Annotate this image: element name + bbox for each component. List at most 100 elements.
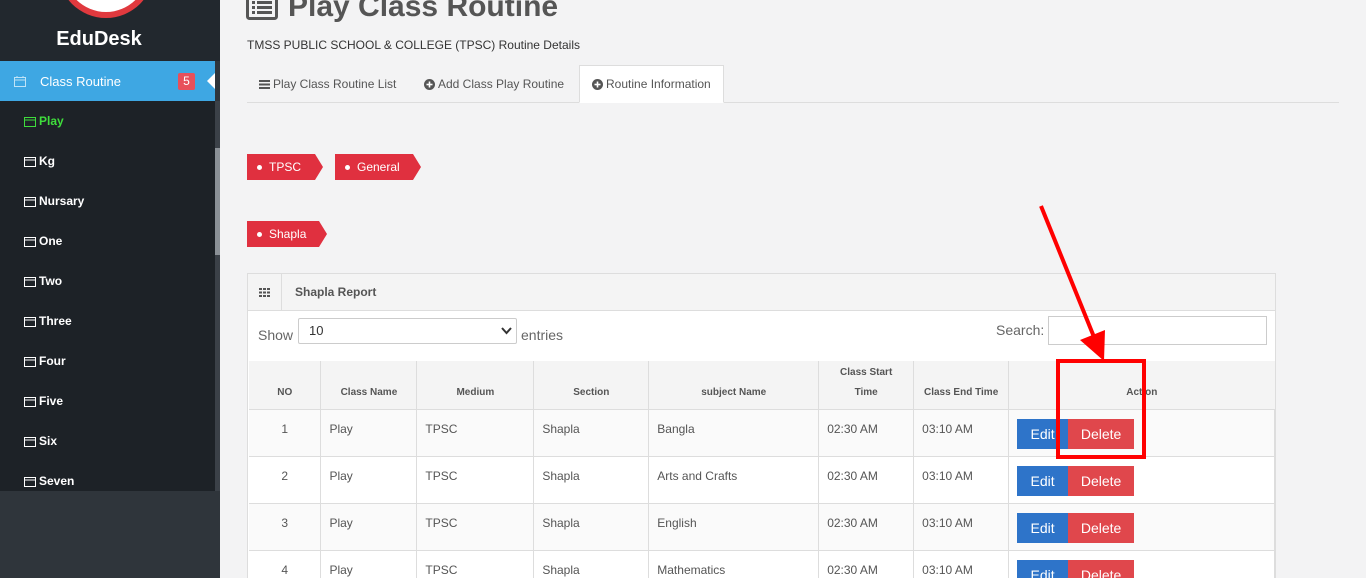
- cell-start-time: 02:30 AM: [818, 455, 915, 503]
- calendar-icon: [24, 276, 36, 287]
- cell-no: 3: [249, 502, 322, 550]
- sidebar-subitem-six[interactable]: Six: [24, 431, 57, 451]
- active-indicator: [207, 73, 215, 89]
- cell-start-time: 02:30 AM: [818, 549, 915, 578]
- sidebar-item-class-routine[interactable]: Class Routine 5: [0, 61, 215, 101]
- show-label: Show: [258, 327, 294, 343]
- tag-label: TPSC: [269, 160, 302, 174]
- tag-label: Shapla: [269, 227, 307, 241]
- tab-label: Routine Information: [606, 77, 711, 91]
- dot-icon: [257, 164, 262, 170]
- cell-start-time: 02:30 AM: [818, 502, 915, 550]
- header-line: Class Start: [840, 366, 893, 378]
- annotation-highlight-box: [1056, 359, 1146, 459]
- calendar-icon: [24, 436, 36, 447]
- cell-section: Shapla: [533, 502, 650, 550]
- list-icon: [259, 79, 270, 89]
- cell-action: Edit Delete: [1008, 455, 1275, 503]
- cell-medium: TPSC: [416, 455, 535, 503]
- calendar-icon: [24, 236, 36, 247]
- subitem-label: Kg: [39, 154, 55, 168]
- sidebar-subitem-five[interactable]: Five: [24, 391, 63, 411]
- cell-no: 2: [249, 455, 322, 503]
- col-header-class-name[interactable]: Class Name: [320, 361, 418, 409]
- edit-button[interactable]: Edit: [1017, 512, 1069, 543]
- sidebar-subitem-one[interactable]: One: [24, 231, 62, 251]
- cell-section: Shapla: [533, 408, 650, 456]
- delete-button[interactable]: Delete: [1068, 512, 1135, 543]
- chevron-down-icon: [501, 319, 512, 352]
- calendar-icon: [24, 396, 36, 407]
- col-header-end-time[interactable]: Class End Time: [913, 361, 1010, 409]
- cell-class-name: Play: [320, 502, 418, 550]
- cell-no: 1: [249, 408, 322, 456]
- tab-add-routine[interactable]: Add Class Play Routine: [424, 65, 564, 103]
- tag-label: General: [357, 160, 400, 174]
- cell-start-time: 02:30 AM: [818, 408, 915, 456]
- subitem-label: Play: [39, 114, 64, 128]
- cell-subject: Arts and Crafts: [648, 455, 820, 503]
- sidebar-subitem-kg[interactable]: Kg: [24, 151, 55, 171]
- sidebar-header: EduDesk: [0, 0, 220, 61]
- entries-label: entries: [521, 327, 564, 343]
- cell-action: Edit Delete: [1008, 549, 1275, 578]
- entries-value: 10: [309, 323, 324, 338]
- sidebar-scroll-thumb[interactable]: [215, 148, 220, 255]
- sidebar-subitem-nursary[interactable]: Nursary: [24, 191, 84, 211]
- calendar-icon: [24, 116, 36, 127]
- calendar-icon: [24, 316, 36, 327]
- col-header-subject[interactable]: subject Name: [648, 361, 820, 409]
- tab-routine-information[interactable]: Routine Information: [579, 65, 724, 103]
- subitem-label: Two: [39, 274, 63, 288]
- search-label: Search:: [996, 322, 1045, 338]
- calendar-icon: [24, 196, 36, 207]
- tab-label: Play Class Routine List: [273, 77, 397, 91]
- cell-subject: Mathematics: [648, 549, 820, 578]
- cell-end-time: 03:10 AM: [913, 502, 1010, 550]
- table-row: 2 Play TPSC Shapla Arts and Crafts 02:30…: [249, 455, 1275, 503]
- delete-button[interactable]: Delete: [1068, 465, 1135, 496]
- delete-button[interactable]: Delete: [1068, 559, 1135, 578]
- edit-button[interactable]: Edit: [1017, 465, 1069, 496]
- table-row: 3 Play TPSC Shapla English 02:30 AM 03:1…: [249, 502, 1275, 550]
- cell-end-time: 03:10 AM: [913, 455, 1010, 503]
- sidebar-subitem-play[interactable]: Play: [24, 111, 64, 131]
- logo: [58, 0, 154, 18]
- sidebar-subitem-four[interactable]: Four: [24, 351, 66, 371]
- sidebar-subitem-seven[interactable]: Seven: [24, 471, 74, 491]
- subitem-label: Six: [39, 434, 58, 448]
- tag-section: Shapla: [247, 221, 327, 247]
- tab-label: Add Class Play Routine: [438, 77, 565, 91]
- panel-header: Shapla Report: [248, 274, 1275, 311]
- col-header-start-time[interactable]: Class Start Time: [818, 361, 915, 409]
- entries-select[interactable]: 10: [298, 318, 517, 344]
- cell-subject: English: [648, 502, 820, 550]
- sidebar-subitem-two[interactable]: Two: [24, 271, 62, 291]
- subitem-label: One: [39, 234, 63, 248]
- cell-class-name: Play: [320, 408, 418, 456]
- search-input[interactable]: [1048, 316, 1267, 345]
- tab-routine-list[interactable]: Play Class Routine List: [259, 65, 396, 103]
- col-header-medium[interactable]: Medium: [416, 361, 535, 409]
- sidebar-item-label: Class Routine: [40, 74, 121, 89]
- sidebar-subitem-three[interactable]: Three: [24, 311, 72, 331]
- calendar-icon: [24, 476, 36, 487]
- list-alt-icon: [246, 0, 278, 20]
- subitem-label: Four: [39, 354, 66, 368]
- cell-medium: TPSC: [416, 549, 535, 578]
- calendar-icon: [14, 74, 26, 92]
- sidebar-submenu: Play Kg Nursary One Two Three Four Five: [0, 101, 215, 491]
- edit-button[interactable]: Edit: [1017, 559, 1069, 578]
- tab-bar: Play Class Routine List Add Class Play R…: [247, 65, 1339, 103]
- subitem-label: Nursary: [39, 194, 85, 208]
- cell-no: 4: [249, 549, 322, 578]
- cell-class-name: Play: [320, 549, 418, 578]
- tag-medium: TPSC: [247, 154, 323, 180]
- cell-section: Shapla: [533, 549, 650, 578]
- cell-action: Edit Delete: [1008, 502, 1275, 550]
- col-header-section[interactable]: Section: [533, 361, 650, 409]
- cell-class-name: Play: [320, 455, 418, 503]
- subitem-label: Three: [39, 314, 72, 328]
- col-header-no[interactable]: NO: [249, 361, 322, 409]
- page-subtitle: TMSS PUBLIC SCHOOL & COLLEGE (TPSC) Rout…: [247, 38, 580, 52]
